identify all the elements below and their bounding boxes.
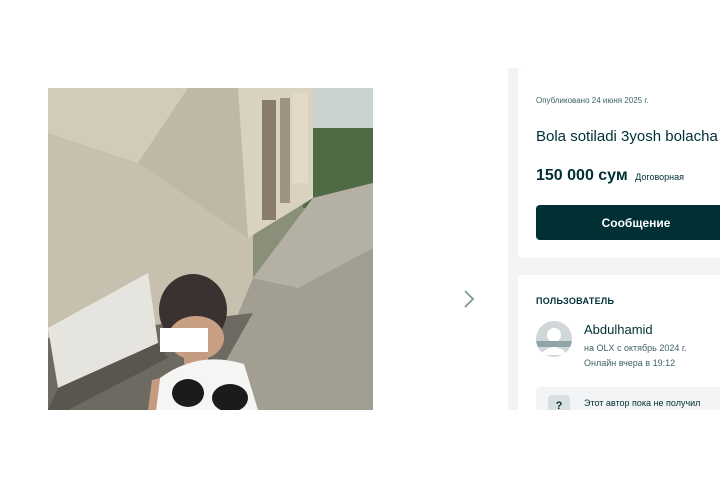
notice-text: Этот автор пока не получил xyxy=(584,398,701,408)
next-photo-button[interactable] xyxy=(458,286,480,312)
price-value: 150 000 сум xyxy=(536,167,628,184)
avatar-silhouette xyxy=(536,328,572,355)
user-card: ПОЛЬЗОВАТЕЛЬ Abdulhamid на OLX с октябрь… xyxy=(518,275,720,410)
published-date: Опубликовано 24 июня 2025 г. xyxy=(536,96,649,105)
message-button[interactable]: Сообщение xyxy=(536,205,720,240)
listing-title: Bola sotiladi 3yosh bolacha xyxy=(536,128,718,145)
member-since: на OLX с октябрь 2024 г. xyxy=(584,343,687,353)
rating-notice: ? Этот автор пока не получил xyxy=(536,387,720,410)
user-avatar-icon[interactable] xyxy=(536,321,572,357)
last-online: Онлайн вчера в 19:12 xyxy=(584,358,676,368)
listing-photo[interactable] xyxy=(48,88,373,410)
chevron-right-icon xyxy=(464,290,475,308)
listing-info-card: Опубликовано 24 июня 2025 г. Bola sotila… xyxy=(518,68,720,258)
user-section-title: ПОЛЬЗОВАТЕЛЬ xyxy=(536,296,615,306)
question-icon: ? xyxy=(548,395,570,410)
photo-gallery xyxy=(0,68,508,410)
listing-photo-image xyxy=(48,88,373,410)
price-row: 150 000 сум Договорная xyxy=(536,167,684,185)
user-name[interactable]: Abdulhamid xyxy=(584,322,653,337)
face-blur-box xyxy=(160,328,208,352)
negotiable-label: Договорная xyxy=(635,172,684,182)
